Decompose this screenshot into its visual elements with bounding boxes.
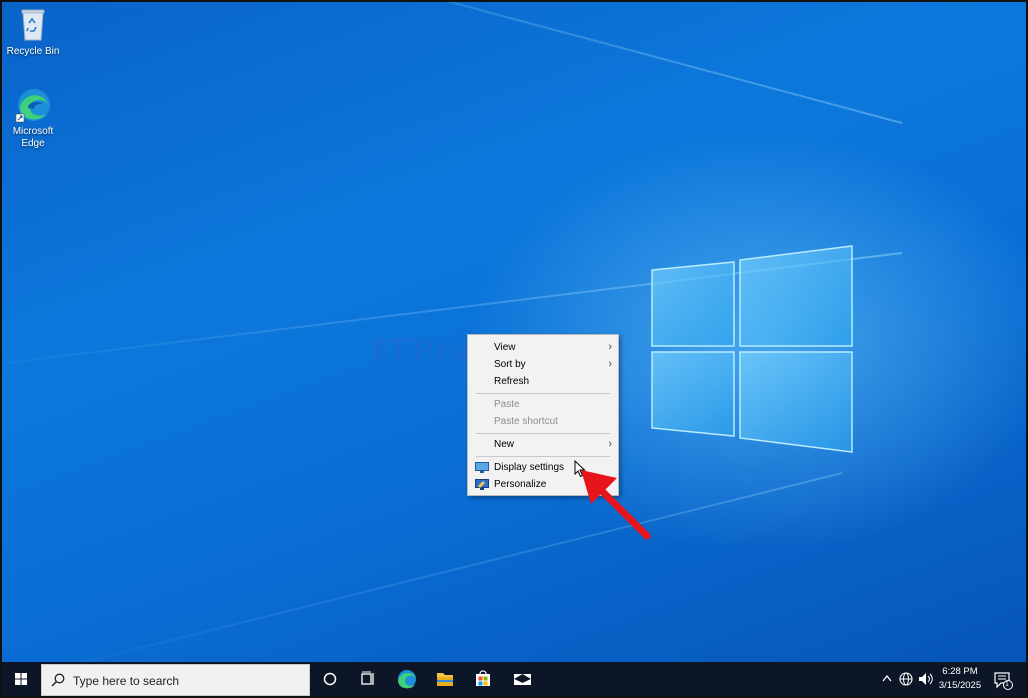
taskbar-edge-button[interactable] — [388, 662, 426, 696]
menu-item-label: Paste — [494, 399, 520, 410]
taskbar: Type here to search 6:28 PM 3/15/2025 1 — [2, 662, 1026, 696]
menu-item-label: View — [494, 342, 516, 353]
store-icon — [476, 670, 490, 686]
cortana-icon — [323, 672, 337, 686]
cortana-button[interactable] — [311, 662, 349, 696]
clock-time: 6:28 PM — [942, 666, 978, 677]
menu-item-paste: Paste — [468, 396, 618, 413]
light-beam — [2, 472, 843, 662]
recycle-bin-icon — [14, 6, 52, 44]
desktop-icon-edge[interactable]: Microsoft Edge — [2, 86, 64, 150]
menu-item-label: Personalize — [494, 479, 547, 490]
action-center-button[interactable]: 1 — [992, 662, 1014, 696]
menu-item-label: Paste shortcut — [494, 416, 558, 427]
screen: ITProsHD Recycle Bin Microsoft Edge View… — [0, 0, 1028, 698]
display-icon — [475, 462, 489, 473]
mail-button[interactable] — [503, 662, 541, 696]
chevron-right-icon: › — [608, 341, 612, 353]
network-globe-icon — [899, 672, 913, 686]
windows-logo-wallpaper — [651, 245, 853, 453]
menu-item-sort-by[interactable]: Sort by › — [468, 356, 618, 373]
light-beam — [2, 2, 903, 124]
file-explorer-button[interactable] — [426, 662, 464, 696]
menu-item-label: Display settings — [494, 462, 565, 473]
menu-item-view[interactable]: View › — [468, 339, 618, 356]
menu-item-paste-shortcut: Paste shortcut — [468, 413, 618, 430]
menu-separator — [476, 456, 610, 457]
taskbar-search-box[interactable]: Type here to search — [41, 664, 310, 696]
edge-icon — [398, 670, 416, 689]
mail-icon — [514, 674, 531, 685]
task-view-button[interactable] — [349, 662, 387, 696]
menu-item-new[interactable]: New › — [468, 436, 618, 453]
annotation-arrow-icon — [581, 470, 651, 540]
personalize-icon — [475, 479, 489, 490]
menu-item-refresh[interactable]: Refresh — [468, 373, 618, 390]
store-button[interactable] — [464, 662, 502, 696]
chevron-up-icon — [882, 674, 892, 682]
chevron-right-icon: › — [608, 438, 612, 450]
menu-separator — [476, 393, 610, 394]
search-placeholder: Type here to search — [73, 674, 180, 688]
search-icon — [51, 673, 65, 687]
menu-item-label: Refresh — [494, 376, 530, 387]
windows-start-icon — [15, 673, 27, 685]
network-button[interactable] — [897, 662, 915, 696]
menu-separator — [476, 433, 610, 434]
show-hidden-icons-button[interactable] — [878, 662, 896, 696]
menu-item-label: New — [494, 439, 515, 450]
desktop-icon-recycle-bin[interactable]: Recycle Bin — [2, 6, 64, 58]
notification-count: 1 — [1005, 681, 1009, 688]
start-button[interactable] — [2, 662, 40, 696]
menu-item-label: Sort by — [494, 359, 526, 370]
clock-date: 3/15/2025 — [938, 680, 982, 691]
file-explorer-icon — [437, 673, 453, 686]
task-view-icon — [361, 671, 374, 685]
clock[interactable]: 6:28 PM 3/15/2025 — [932, 665, 988, 693]
edge-icon — [14, 86, 52, 124]
desktop-icon-label: Microsoft Edge — [12, 126, 54, 149]
notification-icon — [994, 672, 1013, 690]
desktop[interactable]: ITProsHD Recycle Bin Microsoft Edge View… — [2, 2, 1026, 662]
desktop-icon-label: Recycle Bin — [6, 46, 60, 57]
chevron-right-icon: › — [608, 358, 612, 370]
